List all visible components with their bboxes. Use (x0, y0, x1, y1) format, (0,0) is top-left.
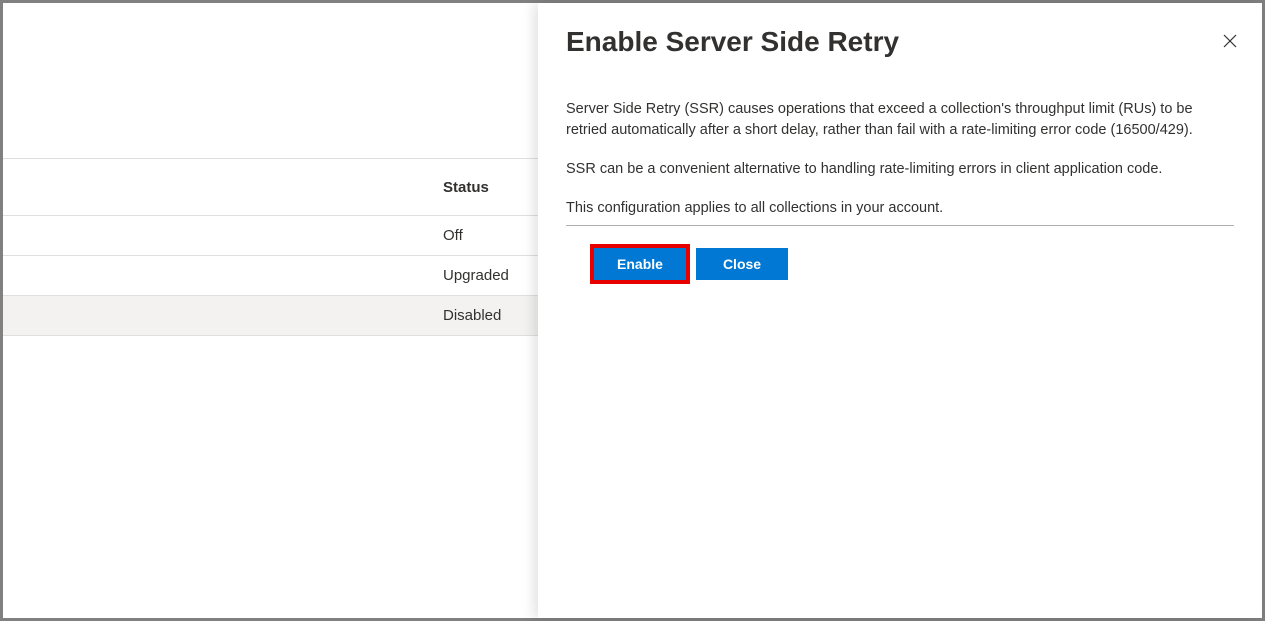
panel-header: Enable Server Side Retry (566, 25, 1234, 59)
status-cell: Off (443, 227, 463, 244)
description-paragraph-1: Server Side Retry (SSR) causes operation… (566, 99, 1234, 141)
table-row[interactable]: Disabled (3, 296, 538, 336)
status-cell: Upgraded (443, 267, 509, 284)
panel-title: Enable Server Side Retry (566, 25, 899, 59)
table-header-row: Status (3, 158, 538, 216)
close-button[interactable]: Close (696, 248, 788, 280)
status-cell: Disabled (443, 307, 501, 324)
status-column-header: Status (443, 179, 489, 196)
panel-body: Server Side Retry (SSR) causes operation… (566, 99, 1234, 280)
table-row[interactable]: Upgraded (3, 256, 538, 296)
enable-button[interactable]: Enable (594, 248, 686, 280)
description-paragraph-3: This configuration applies to all collec… (566, 198, 1234, 226)
side-panel: Enable Server Side Retry Server Side Ret… (538, 3, 1262, 618)
close-icon[interactable] (1220, 31, 1240, 51)
background-panel: Status Off Upgraded Disabled (3, 3, 538, 618)
description-paragraph-2: SSR can be a convenient alternative to h… (566, 159, 1234, 180)
button-row: Enable Close (566, 248, 1234, 280)
table-row[interactable]: Off (3, 216, 538, 256)
